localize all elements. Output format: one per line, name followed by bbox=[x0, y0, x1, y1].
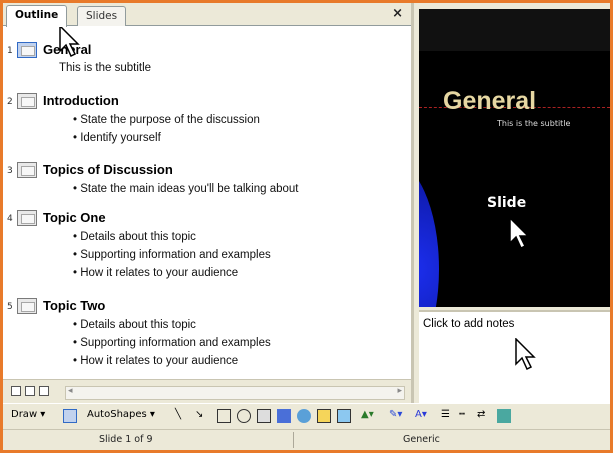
slide-number: 1 bbox=[7, 46, 13, 56]
slide-icon[interactable] bbox=[17, 298, 37, 314]
slide-title[interactable]: Introduction bbox=[43, 93, 119, 108]
slide-show-view-icon[interactable] bbox=[39, 386, 49, 396]
slide-number: 2 bbox=[7, 97, 13, 107]
status-bar: Slide 1 of 9 Generic bbox=[3, 429, 610, 450]
bullet-line[interactable]: • Details about this topic bbox=[73, 231, 196, 243]
bullet-line[interactable]: • Supporting information and examples bbox=[73, 249, 271, 261]
arrow-tool-icon[interactable]: ↘ bbox=[195, 409, 203, 420]
scroll-left-icon[interactable]: ◂ bbox=[68, 386, 73, 396]
slide-subtitle[interactable]: This is the subtitle bbox=[59, 62, 151, 74]
line-style-icon[interactable]: ☰ bbox=[441, 409, 450, 420]
picture-tool-icon[interactable] bbox=[337, 409, 351, 423]
slide-header-band bbox=[419, 9, 610, 51]
slide-title[interactable]: Topic Two bbox=[43, 298, 105, 313]
line-tool-icon[interactable]: ╲ bbox=[175, 409, 181, 420]
bullet-line[interactable]: • Supporting information and examples bbox=[73, 337, 271, 349]
slide-icon[interactable] bbox=[17, 162, 37, 178]
dash-style-icon[interactable]: ┅ bbox=[459, 409, 465, 420]
wordart-tool-icon[interactable] bbox=[277, 409, 291, 423]
slide-preview-subtitle[interactable]: This is the subtitle bbox=[497, 119, 570, 128]
slide-icon[interactable] bbox=[17, 93, 37, 109]
slide-sorter-view-icon[interactable] bbox=[25, 386, 35, 396]
slide-icon[interactable] bbox=[17, 210, 37, 226]
mouse-cursor-icon bbox=[515, 338, 536, 371]
bullet-line[interactable]: • How it relates to your audience bbox=[73, 355, 238, 367]
drawing-toolbar: Draw ▾ AutoShapes ▾ ╲ ↘ ▲▾ ✎▾ A▾ ☰ ┅ ⇄ bbox=[3, 403, 610, 429]
powerpoint-window: Outline Slides × 1 General This is the s… bbox=[3, 3, 610, 450]
decorative-arc bbox=[419, 159, 439, 307]
notes-pane[interactable]: Click to add notes bbox=[419, 310, 610, 403]
close-pane-icon[interactable]: × bbox=[392, 6, 403, 21]
outline-slide-5[interactable]: 5 Topic Two • Details about this topic •… bbox=[3, 297, 411, 375]
slide-title[interactable]: Topics of Discussion bbox=[43, 162, 173, 177]
select-objects-icon[interactable] bbox=[63, 409, 77, 423]
outline-content[interactable]: 1 General This is the subtitle 2 Introdu… bbox=[3, 27, 411, 379]
line-color-icon[interactable]: ✎▾ bbox=[389, 409, 402, 420]
slide-annotation-label: Slide bbox=[487, 195, 527, 211]
slide-number: 3 bbox=[7, 166, 13, 176]
status-divider bbox=[293, 432, 294, 448]
oval-tool-icon[interactable] bbox=[237, 409, 251, 423]
slide-number: 5 bbox=[7, 302, 13, 312]
diagram-tool-icon[interactable] bbox=[297, 409, 311, 423]
bullet-line[interactable]: • State the main ideas you'll be talking… bbox=[73, 183, 299, 195]
draw-label: Draw bbox=[11, 409, 38, 420]
font-color-icon[interactable]: A▾ bbox=[415, 409, 427, 420]
slide-pane: General This is the subtitle Slide Click… bbox=[417, 3, 610, 403]
tab-outline[interactable]: Outline bbox=[6, 5, 68, 27]
slide-title[interactable]: Topic One bbox=[43, 210, 106, 225]
bullet-line[interactable]: • State the purpose of the discussion bbox=[73, 114, 260, 126]
clipart-tool-icon[interactable] bbox=[317, 409, 331, 423]
design-template-status: Generic bbox=[403, 434, 440, 445]
rectangle-tool-icon[interactable] bbox=[217, 409, 231, 423]
tab-slides[interactable]: Slides bbox=[77, 6, 127, 26]
normal-view-icon[interactable] bbox=[11, 386, 21, 396]
textbox-tool-icon[interactable] bbox=[257, 409, 271, 423]
autoshapes-menu-button[interactable]: AutoShapes ▾ bbox=[87, 409, 155, 420]
arrow-style-icon[interactable]: ⇄ bbox=[477, 409, 485, 420]
slide-icon[interactable] bbox=[17, 42, 37, 58]
outline-pane: Outline Slides × 1 General This is the s… bbox=[3, 3, 414, 403]
slide-preview-title[interactable]: General bbox=[443, 87, 536, 116]
outline-slide-4[interactable]: 4 Topic One • Details about this topic •… bbox=[3, 209, 411, 287]
notes-placeholder[interactable]: Click to add notes bbox=[423, 318, 514, 330]
scroll-right-icon[interactable]: ▸ bbox=[397, 386, 402, 396]
slide-position-status: Slide 1 of 9 bbox=[99, 434, 153, 445]
outline-slide-3[interactable]: 3 Topics of Discussion • State the main … bbox=[3, 161, 411, 201]
draw-menu-button[interactable]: Draw ▾ bbox=[11, 409, 45, 420]
autoshapes-label: AutoShapes bbox=[87, 409, 147, 420]
fill-color-icon[interactable]: ▲▾ bbox=[361, 409, 374, 420]
slide-preview[interactable]: General This is the subtitle Slide bbox=[419, 9, 610, 307]
bullet-line[interactable]: • Details about this topic bbox=[73, 319, 196, 331]
bullet-line[interactable]: • How it relates to your audience bbox=[73, 267, 238, 279]
mouse-cursor-icon bbox=[59, 25, 80, 58]
pane-tab-bar: Outline Slides × bbox=[3, 3, 411, 27]
bullet-line[interactable]: • Identify yourself bbox=[73, 132, 161, 144]
outline-slide-2[interactable]: 2 Introduction • State the purpose of th… bbox=[3, 92, 411, 152]
shadow-style-icon[interactable] bbox=[497, 409, 511, 423]
mouse-cursor-icon bbox=[509, 217, 530, 250]
view-buttons-and-scrollbar: ◂ ▸ bbox=[3, 379, 411, 403]
slide-number: 4 bbox=[7, 214, 13, 224]
horizontal-scrollbar[interactable]: ◂ ▸ bbox=[65, 386, 405, 400]
